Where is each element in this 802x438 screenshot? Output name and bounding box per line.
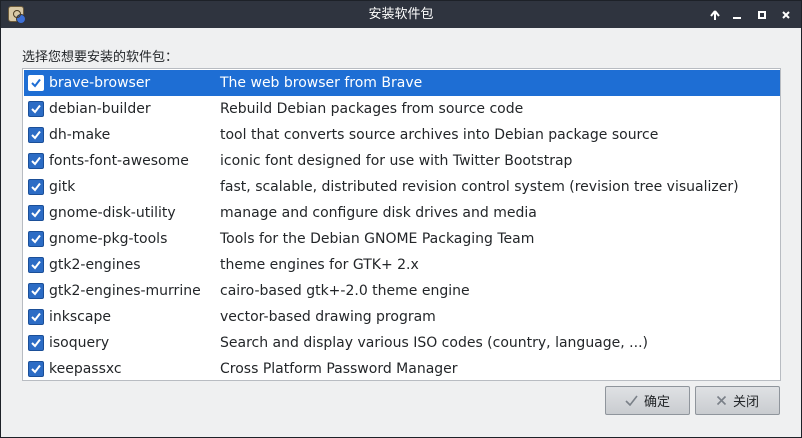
package-name: fonts-font-awesome [49,153,189,169]
package-description: The web browser from Brave [220,75,423,91]
close-window-button[interactable] [776,5,796,25]
package-name: gnome-disk-utility [49,205,176,221]
package-name: gtk2-engines [49,257,141,273]
package-name: inkscape [49,309,111,325]
package-description: Tools for the Debian GNOME Packaging Tea… [220,231,535,247]
package-checkbox[interactable] [28,153,44,169]
ok-button[interactable]: 确定 [605,386,690,415]
package-row[interactable]: gnome-disk-utility manage and configure d… [24,200,780,226]
window-title: 安装软件包 [368,7,434,22]
package-row[interactable]: isoquery Search and display various ISO c… [24,330,780,356]
keep-above-icon [710,10,720,20]
close-icon [782,11,790,19]
package-name: dh-make [49,127,111,143]
package-checkbox[interactable] [28,361,44,377]
package-list[interactable]: brave-browser The web browser from Brave d… [22,68,781,381]
checkmark-icon [31,156,41,166]
package-row[interactable]: gtk2-engines theme engines for GTK+ 2.x [24,252,780,278]
maximize-button[interactable] [752,5,772,25]
package-name: keepassxc [49,361,122,377]
checkmark-icon [625,395,638,406]
checkmark-icon [31,78,41,88]
package-description: iconic font designed for use with Twitte… [220,153,573,169]
package-description: vector-based drawing program [220,309,436,325]
package-name: gnome-pkg-tools [49,231,168,247]
package-row[interactable]: keepassxc Cross Platform Password Manager [24,356,780,380]
package-description: Cross Platform Password Manager [220,361,458,377]
package-row[interactable]: brave-browser The web browser from Brave [24,70,780,96]
checkmark-icon [31,234,41,244]
package-checkbox[interactable] [28,309,44,325]
package-checkbox[interactable] [28,179,44,195]
package-description: cairo-based gtk+-2.0 theme engine [220,283,470,299]
checkmark-icon [31,364,41,374]
package-row[interactable]: inkscape vector-based drawing program [24,304,780,330]
minimize-button[interactable] [727,5,747,25]
package-row[interactable]: fonts-font-awesome iconic font designed f… [24,148,780,174]
package-description: fast, scalable, distributed revision con… [220,179,739,195]
checkmark-icon [31,208,41,218]
package-row[interactable]: gnome-pkg-tools Tools for the Debian GNOM… [24,226,780,252]
titlebar[interactable]: 安装软件包 [1,1,801,28]
package-row[interactable]: gtk2-engines-murrine cairo-based gtk+-2.0… [24,278,780,304]
checkmark-icon [31,104,41,114]
package-name: debian-builder [49,101,151,117]
ok-button-label: 确定 [643,395,670,410]
package-checkbox[interactable] [28,205,44,221]
package-checkbox[interactable] [28,283,44,299]
package-name: brave-browser [49,75,151,91]
checkmark-icon [31,130,41,140]
minimize-icon [733,17,741,19]
x-icon [716,395,727,406]
package-name: isoquery [49,335,110,351]
close-button[interactable]: 关闭 [695,386,780,415]
checkmark-icon [31,260,41,270]
package-description: manage and configure disk drives and med… [220,205,537,221]
install-packages-dialog: 安装软件包 选择您想要安装的软件包： brave-browser The web … [0,0,802,438]
package-description: Search and display various ISO codes (co… [220,335,648,351]
checkmark-icon [31,182,41,192]
package-description: Rebuild Debian packages from source code [220,101,524,117]
package-row[interactable]: debian-builder Rebuild Debian packages fr… [24,96,780,122]
checkmark-icon [31,312,41,322]
package-row[interactable]: gitk fast, scalable, distributed revision… [24,174,780,200]
checkmark-icon [31,338,41,348]
package-name: gitk [49,179,76,195]
package-checkbox[interactable] [28,127,44,143]
checkmark-icon [31,286,41,296]
maximize-icon [758,11,766,19]
package-checkbox[interactable] [28,75,44,91]
package-description: tool that converts source archives into … [220,127,659,143]
package-row[interactable]: dh-make tool that converts source archive… [24,122,780,148]
package-checkbox[interactable] [28,101,44,117]
package-description: theme engines for GTK+ 2.x [220,257,419,273]
package-name: gtk2-engines-murrine [49,283,201,299]
close-button-label: 关闭 [732,395,759,410]
keep-above-button[interactable] [705,5,725,25]
prompt-label: 选择您想要安装的软件包： [22,50,179,65]
package-checkbox[interactable] [28,231,44,247]
package-checkbox[interactable] [28,257,44,273]
package-checkbox[interactable] [28,335,44,351]
